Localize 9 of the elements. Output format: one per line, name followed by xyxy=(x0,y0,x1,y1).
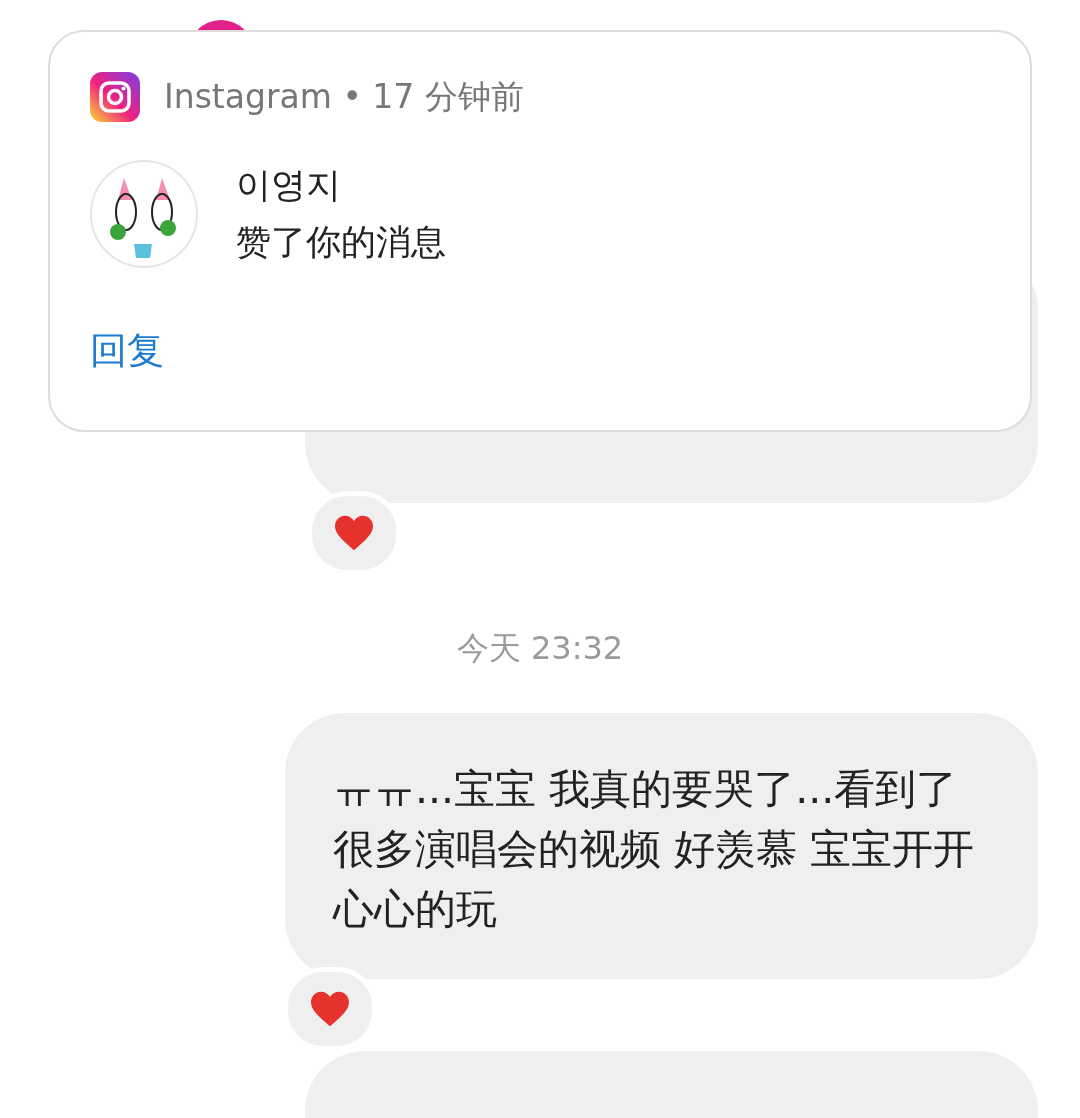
camera-icon xyxy=(90,72,140,122)
heart-icon xyxy=(309,990,351,1028)
message-bubble: ㅠㅠ...宝宝 我真的要哭了...看到了很多演唱会的视频 好羡慕 宝宝开开心心的玩 xyxy=(285,713,1038,979)
heart-icon xyxy=(333,514,375,552)
notification-source: Instagram • 17 分钟前 xyxy=(164,75,524,118)
sender-name: 이영지 xyxy=(236,164,342,207)
reply-button[interactable]: 回复 xyxy=(90,326,164,376)
notification-message: 赞了你的消息 xyxy=(236,221,446,264)
timestamp: 今天 23:32 xyxy=(456,628,624,669)
